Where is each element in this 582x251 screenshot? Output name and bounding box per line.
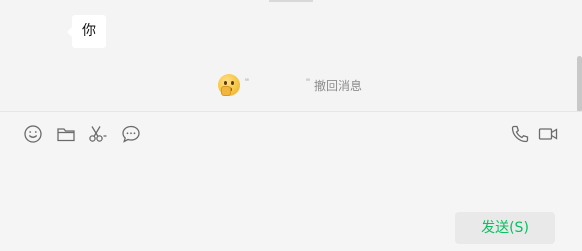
phone-icon[interactable]: [510, 124, 530, 144]
previous-message-edge: [269, 0, 313, 2]
shush-emoji-icon: [218, 74, 240, 96]
video-icon[interactable]: [538, 124, 558, 144]
chat-message-area: 你 " " 撤回消息: [0, 0, 582, 111]
recall-quote-close: ": [306, 77, 310, 89]
message-bubble[interactable]: 你: [72, 15, 106, 48]
scissors-icon[interactable]: [88, 124, 108, 144]
message-input[interactable]: [0, 154, 582, 204]
chat-history-icon[interactable]: [121, 124, 141, 144]
chat-scrollbar[interactable]: [577, 56, 582, 112]
folder-icon[interactable]: [56, 124, 76, 144]
emoji-icon[interactable]: [23, 124, 43, 144]
send-button[interactable]: 发送(S): [455, 212, 555, 244]
toolbar-divider: [0, 111, 582, 112]
recall-quote-open: ": [245, 77, 249, 89]
recall-notice: " " 撤回消息: [218, 74, 388, 96]
recall-text: 撤回消息: [314, 79, 363, 93]
